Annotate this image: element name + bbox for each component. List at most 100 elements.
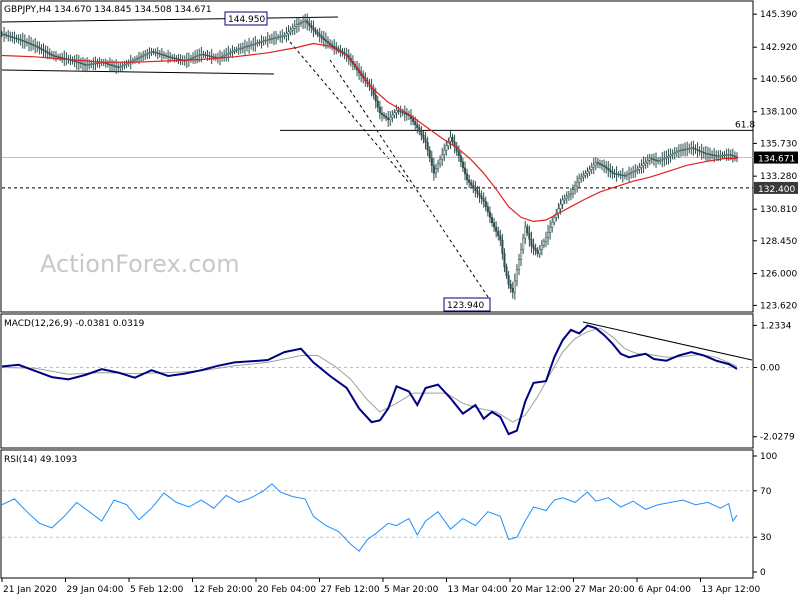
candle-body: [79, 62, 82, 64]
candle-body: [299, 22, 303, 24]
candle-body: [559, 204, 562, 209]
candle-body: [11, 36, 14, 38]
candle-body: [0, 33, 4, 36]
candle-body: [565, 196, 568, 199]
candle-body: [48, 52, 51, 55]
candle-body: [401, 111, 404, 114]
candle-body: [310, 25, 313, 28]
candle-body: [279, 36, 282, 38]
candle-body: [719, 155, 722, 157]
candle-body: [110, 64, 114, 66]
time-tick-label: 20 Feb 04:00: [257, 585, 316, 595]
candle-body: [530, 238, 533, 246]
candle-body: [638, 167, 641, 170]
candle-body: [706, 153, 709, 155]
low-label-box: 123.940: [443, 297, 491, 312]
candle-body: [646, 160, 649, 163]
candle-body: [169, 56, 172, 58]
candle-body: [578, 178, 581, 183]
candle-body: [329, 42, 332, 46]
candle-body: [206, 54, 209, 57]
candle-body: [171, 57, 174, 59]
candle-body: [167, 55, 170, 58]
candle-body: [468, 179, 471, 183]
candle-body: [476, 190, 479, 194]
time-tick-label: 13 Mar 04:00: [448, 585, 508, 595]
candle-body: [511, 288, 514, 293]
candle-body: [586, 171, 589, 174]
price-tick-label: 145.390: [760, 10, 797, 20]
candle-body: [557, 208, 560, 214]
candle-body: [399, 110, 402, 113]
candle-body: [684, 148, 687, 151]
candle-body: [77, 61, 80, 64]
price-tick-label: 126.000: [760, 270, 797, 280]
candle-body: [241, 47, 244, 49]
candle-body: [308, 22, 311, 26]
candle-body: [123, 64, 126, 66]
candle-body: [142, 55, 145, 57]
price-tick-label: 133.280: [760, 172, 797, 182]
candle-body: [250, 44, 253, 46]
time-tick-label: 27 Mar 20:00: [575, 585, 635, 595]
candle-body: [441, 154, 444, 160]
candle-body: [148, 52, 151, 54]
candle-body: [708, 153, 712, 156]
candle-body: [391, 114, 394, 118]
candle-body: [439, 158, 442, 165]
candle-body: [331, 44, 334, 47]
low-label: 123.940: [447, 301, 484, 311]
candle-body: [94, 62, 97, 65]
candle-body: [75, 61, 78, 63]
candle-body: [90, 63, 93, 65]
candle-body: [544, 237, 548, 242]
candle-body: [245, 45, 249, 48]
candle-body: [5, 34, 8, 36]
candle-body: [459, 155, 462, 163]
candle-body: [158, 53, 161, 55]
support-tag: 132.400: [758, 185, 795, 195]
candle-body: [696, 149, 699, 151]
candle-body: [306, 20, 309, 24]
candle-body: [17, 38, 20, 40]
candle-body: [534, 247, 537, 252]
candle-body: [177, 58, 180, 60]
candle-body: [449, 136, 452, 142]
fib-label: 61.8: [735, 120, 755, 130]
candle-body: [675, 151, 678, 153]
candle-body: [609, 169, 612, 172]
candle-body: [576, 182, 579, 187]
candle-body: [509, 283, 512, 289]
candle-body: [466, 173, 469, 181]
candle-body: [434, 168, 437, 174]
candle-body: [584, 173, 587, 176]
candle-body: [621, 174, 624, 177]
candle-body: [627, 173, 631, 176]
time-tick-label: 5 Mar 20:00: [384, 585, 439, 595]
candle-body: [412, 118, 415, 122]
candle-body: [478, 193, 481, 197]
candle-body: [515, 269, 518, 282]
candle-body: [312, 27, 315, 31]
candle-body: [9, 35, 12, 38]
time-tick-label: 5 Feb 12:00: [130, 585, 184, 595]
candle-body: [40, 48, 43, 50]
candle-body: [428, 149, 431, 159]
candle-body: [414, 121, 417, 125]
candle-body: [125, 63, 128, 65]
candle-body: [324, 39, 327, 42]
candle-body: [623, 175, 626, 177]
candle-body: [194, 56, 197, 58]
candle-body: [495, 226, 498, 232]
candle-body: [436, 163, 440, 169]
candle-body: [42, 49, 45, 52]
candle-body: [526, 226, 529, 234]
candle-body: [665, 156, 668, 159]
candle-body: [688, 148, 691, 150]
candle-body: [418, 127, 421, 132]
candle-body: [540, 245, 543, 250]
candle-body: [594, 162, 597, 166]
candle-body: [416, 124, 419, 128]
candle-body: [484, 201, 487, 207]
candle-body: [603, 165, 606, 167]
